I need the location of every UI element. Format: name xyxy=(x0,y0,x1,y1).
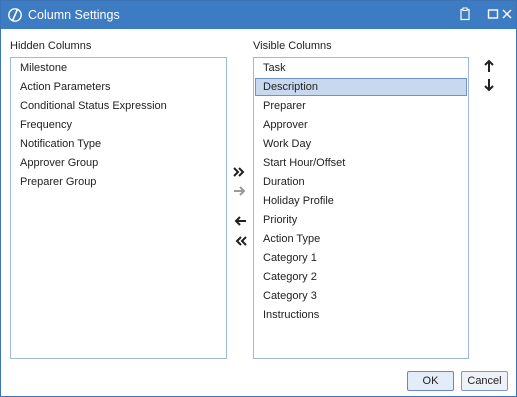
list-item[interactable]: Approver Group xyxy=(12,154,225,172)
list-item[interactable]: Category 3 xyxy=(255,287,467,305)
list-item[interactable]: Preparer Group xyxy=(12,173,225,191)
ok-button[interactable]: OK xyxy=(407,371,454,391)
list-item[interactable]: Action Type xyxy=(255,230,467,248)
double-arrow-left-icon[interactable] xyxy=(232,235,248,247)
list-item[interactable]: Duration xyxy=(255,173,467,191)
list-item[interactable]: Frequency xyxy=(12,116,225,134)
list-item[interactable]: Start Hour/Offset xyxy=(255,154,467,172)
clipboard-icon[interactable] xyxy=(458,7,472,21)
list-item[interactable]: Priority xyxy=(255,211,467,229)
hidden-columns-label: Hidden Columns xyxy=(10,40,92,52)
list-item[interactable]: Work Day xyxy=(255,135,467,153)
list-item[interactable]: Approver xyxy=(255,116,467,134)
maximize-icon[interactable] xyxy=(486,7,500,21)
list-item[interactable]: Category 1 xyxy=(255,249,467,267)
list-item[interactable]: Milestone xyxy=(12,59,225,77)
window-title: Column Settings xyxy=(28,8,120,22)
column-settings-dialog: Column Settings Hidden Columns Milestone… xyxy=(0,0,517,397)
cancel-button[interactable]: Cancel xyxy=(461,371,508,391)
list-item[interactable]: Notification Type xyxy=(12,135,225,153)
move-down-icon[interactable] xyxy=(483,78,495,92)
list-item[interactable]: Action Parameters xyxy=(12,78,225,96)
double-arrow-right-icon[interactable] xyxy=(232,166,248,178)
list-item[interactable]: Preparer xyxy=(255,97,467,115)
visible-columns-label: Visible Columns xyxy=(253,40,332,52)
move-up-icon[interactable] xyxy=(483,59,495,73)
list-item[interactable]: Conditional Status Expression xyxy=(12,97,225,115)
list-item[interactable]: Description xyxy=(255,78,467,96)
list-item[interactable]: Holiday Profile xyxy=(255,192,467,210)
title-bar[interactable]: Column Settings xyxy=(1,1,516,29)
list-item[interactable]: Task xyxy=(255,59,467,77)
visible-columns-list[interactable]: Task Description Preparer Approver Work Day S… xyxy=(253,57,469,359)
arrow-right-icon[interactable] xyxy=(232,185,248,197)
list-item[interactable]: Category 2 xyxy=(255,268,467,286)
list-item[interactable]: Instructions xyxy=(255,306,467,324)
close-icon[interactable] xyxy=(500,7,514,21)
arrow-left-icon[interactable] xyxy=(232,215,248,227)
hidden-columns-list[interactable]: Milestone Action Parameters Conditional St… xyxy=(10,57,227,359)
app-logo-icon xyxy=(8,8,22,22)
